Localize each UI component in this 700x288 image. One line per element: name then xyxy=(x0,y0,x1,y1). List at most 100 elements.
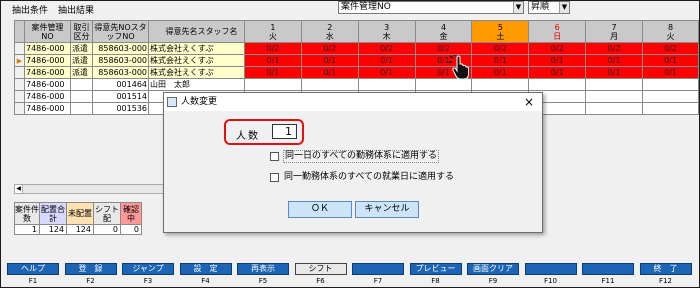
calendar-cell[interactable]: 0/2 xyxy=(414,42,473,55)
calendar-cell[interactable]: 0/1 xyxy=(300,66,359,79)
calendar-cell[interactable]: 0/1 xyxy=(471,66,530,79)
col-header-code[interactable]: 得意先NOスタッフNO xyxy=(92,20,149,43)
calendar-cell[interactable]: 0/2 xyxy=(642,42,699,55)
calendar-cell[interactable] xyxy=(471,78,530,91)
person-count-input[interactable]: 1 xyxy=(272,124,297,139)
table-row[interactable]: 7486-000 派遣 858603-000 株式会社えくすぷ xyxy=(14,66,255,79)
function-key-f11[interactable] xyxy=(582,263,634,275)
chevron-down-icon[interactable]: ▼ xyxy=(513,2,523,13)
calendar-cell[interactable] xyxy=(585,90,644,103)
cell-kubun[interactable] xyxy=(70,90,93,103)
calendar-cell[interactable]: 0/1 xyxy=(357,66,416,79)
scroll-left-icon[interactable]: ◀ xyxy=(15,185,23,193)
function-key-f4[interactable]: 設 定 xyxy=(179,263,232,275)
calendar-cell[interactable]: 0/1 xyxy=(357,54,416,67)
table-row[interactable]: 7486-000 001464 山田 太郎 xyxy=(14,78,255,91)
cell-code[interactable]: 001514 xyxy=(92,90,149,103)
table-row[interactable]: 7486-000 派遣 858603-000 株式会社えくすぷ xyxy=(14,42,255,55)
function-key-f9[interactable]: 画面クリア xyxy=(467,263,519,275)
cell-kubun[interactable] xyxy=(70,78,93,91)
calendar-cell[interactable]: 0/1 xyxy=(585,54,644,67)
calendar-cell[interactable] xyxy=(642,78,699,91)
calendar-cell[interactable]: 0/2 xyxy=(585,42,644,55)
day-header[interactable]: 8火 xyxy=(642,20,699,43)
calendar-cell[interactable] xyxy=(528,78,587,91)
table-row[interactable]: ▶ 7486-000 派遣 858603-000 株式会社えくすぷ xyxy=(14,54,255,67)
function-key-f12[interactable]: 終 了 xyxy=(639,263,692,275)
checkbox-box[interactable] xyxy=(270,173,279,182)
chevron-down-icon[interactable]: ▼ xyxy=(559,2,569,13)
tab-conditions[interactable]: 抽出条件 xyxy=(10,5,50,17)
day-header[interactable]: 1火 xyxy=(244,20,302,43)
row-pointer[interactable] xyxy=(14,90,25,103)
cell-name[interactable]: 株式会社えくすぷ xyxy=(148,54,255,67)
col-header-name[interactable]: 得意先名スタッフ名 xyxy=(148,20,255,43)
calendar-cell[interactable]: 0/1 xyxy=(585,66,644,79)
cell-kubun[interactable]: 派遣 xyxy=(70,54,93,67)
calendar-cell[interactable]: 0/1 xyxy=(300,54,359,67)
cell-name[interactable]: 山田 太郎 xyxy=(148,78,255,91)
cell-code[interactable]: 001464 xyxy=(92,78,149,91)
function-key-f5[interactable]: 再表示 xyxy=(237,263,289,275)
calendar-cell[interactable] xyxy=(642,102,699,115)
cell-code[interactable]: 001536 xyxy=(92,102,149,115)
tab-results[interactable]: 抽出結果 xyxy=(56,5,96,17)
cell-case-no[interactable]: 7486-000 xyxy=(24,78,71,91)
cell-kubun[interactable]: 派遣 xyxy=(70,66,93,79)
function-key-f7[interactable] xyxy=(352,263,404,275)
calendar-cell[interactable]: 0/1 xyxy=(642,66,699,79)
cell-code[interactable]: 858603-000 xyxy=(92,54,149,67)
close-icon[interactable]: × xyxy=(524,94,534,110)
col-header-case-no[interactable]: 案件管理NO xyxy=(24,20,71,43)
row-pointer[interactable]: ▶ xyxy=(14,54,25,67)
day-header[interactable]: 7月 xyxy=(585,20,644,43)
ok-button[interactable]: ＯＫ xyxy=(288,201,352,218)
calendar-cell[interactable] xyxy=(642,90,699,103)
cell-code[interactable]: 858603-000 xyxy=(92,42,149,55)
row-pointer[interactable] xyxy=(14,78,25,91)
apply-same-day-checkbox[interactable]: 同一日のすべての勤務体系に適用する xyxy=(270,150,440,163)
calendar-cell[interactable]: 0/1 xyxy=(642,54,699,67)
row-pointer[interactable] xyxy=(14,66,25,79)
cell-code[interactable]: 858603-000 xyxy=(92,66,149,79)
col-header-kubun[interactable]: 取引区分 xyxy=(70,20,93,43)
day-header[interactable]: 6日 xyxy=(528,20,587,43)
calendar-cell[interactable]: 0/1 xyxy=(471,54,530,67)
function-key-f2[interactable]: 登 録 xyxy=(64,263,117,275)
cell-case-no[interactable]: 7486-000 xyxy=(24,102,71,115)
calendar-cell[interactable] xyxy=(244,78,302,91)
apply-same-shift-checkbox[interactable]: 同一勤務体系のすべての就業日に適用する xyxy=(270,172,455,183)
cell-kubun[interactable] xyxy=(70,102,93,115)
function-key-f1[interactable]: ヘルプ xyxy=(7,263,59,275)
cell-case-no[interactable]: 7486-000 xyxy=(24,90,71,103)
day-header[interactable]: 3木 xyxy=(357,20,416,43)
calendar-cell[interactable] xyxy=(300,78,359,91)
cell-name[interactable]: 株式会社えくすぷ xyxy=(148,42,255,55)
row-pointer[interactable] xyxy=(14,102,25,115)
function-key-f6[interactable]: シフト xyxy=(294,263,347,275)
calendar-cell[interactable]: 0/2 xyxy=(471,42,530,55)
function-key-f3[interactable]: ジャンプ xyxy=(122,263,174,275)
day-header[interactable]: 2水 xyxy=(300,20,359,43)
calendar-cell[interactable]: 0/1 xyxy=(528,66,587,79)
calendar-cell[interactable] xyxy=(357,78,416,91)
calendar-cell[interactable]: 0/1 xyxy=(244,66,302,79)
cell-name[interactable]: 株式会社えくすぷ xyxy=(148,66,255,79)
day-header[interactable]: 4金 xyxy=(414,20,473,43)
dialog-title-bar[interactable]: 人数変更 × xyxy=(164,93,542,111)
checkbox-box[interactable] xyxy=(270,152,279,161)
cell-case-no[interactable]: 7486-000 xyxy=(24,42,71,55)
calendar-cell[interactable]: 0/2 xyxy=(300,42,359,55)
cell-kubun[interactable]: 派遣 xyxy=(70,42,93,55)
calendar-cell[interactable]: 0/2 xyxy=(244,42,302,55)
calendar-cell[interactable]: 0/1 xyxy=(528,54,587,67)
cancel-button[interactable]: キャンセル xyxy=(355,201,419,218)
sort-key-select[interactable]: 案件管理NO ▼ xyxy=(338,1,524,14)
calendar-cell[interactable] xyxy=(585,102,644,115)
row-pointer[interactable] xyxy=(14,42,25,55)
calendar-cell[interactable] xyxy=(585,78,644,91)
cell-case-no[interactable]: 7486-000 xyxy=(24,66,71,79)
calendar-cell[interactable]: 0/1 xyxy=(244,54,302,67)
day-header[interactable]: 5土 xyxy=(471,20,530,43)
cell-case-no[interactable]: 7486-000 xyxy=(24,54,71,67)
